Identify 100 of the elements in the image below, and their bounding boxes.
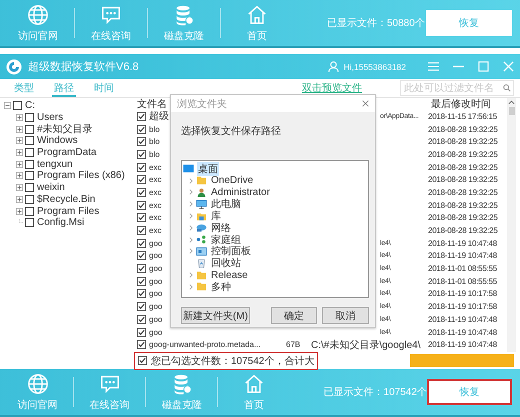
- expand-icon[interactable]: [16, 172, 23, 180]
- chevron-icon[interactable]: [189, 224, 193, 231]
- modified-date: 2018-08-28 19:32:25: [428, 175, 498, 184]
- modified-date: 2018-11-19 10:17:58: [428, 289, 497, 298]
- folder-item[interactable]: 家庭组: [210, 232, 242, 247]
- folder-item[interactable]: 多种: [210, 280, 232, 294]
- checkbox[interactable]: [25, 206, 34, 216]
- checkbox[interactable]: [25, 113, 34, 122]
- checkbox[interactable]: [138, 356, 147, 365]
- expand-icon[interactable]: [16, 196, 23, 203]
- modified-date: 2018-08-28 19:32:25: [428, 188, 498, 197]
- checkbox[interactable]: [137, 264, 146, 274]
- checkbox[interactable]: [137, 251, 146, 260]
- tree-item[interactable]: weixin: [37, 182, 65, 194]
- checkbox[interactable]: [25, 171, 34, 180]
- tree-item[interactable]: $Recycle.Bin: [37, 194, 96, 205]
- home-icon: [242, 372, 265, 394]
- checkbox[interactable]: [25, 160, 34, 169]
- column-header[interactable]: 最后修改时间: [431, 97, 491, 111]
- expand-icon[interactable]: [16, 126, 23, 133]
- checkbox[interactable]: [137, 213, 146, 222]
- scroll-thumb[interactable]: [508, 107, 514, 115]
- library-icon: [196, 212, 207, 221]
- checkbox[interactable]: [137, 302, 146, 312]
- dialog-button[interactable]: 确定: [270, 307, 318, 324]
- checkbox[interactable]: [137, 188, 146, 197]
- file-name: goo: [149, 328, 162, 337]
- folder-item[interactable]: 回收站: [210, 256, 242, 270]
- dialog-prompt: 选择恢复文件保存路径: [181, 124, 282, 138]
- tree-item[interactable]: C:: [25, 100, 35, 112]
- expand-icon[interactable]: [16, 208, 23, 215]
- tree-item[interactable]: Windows: [37, 135, 78, 146]
- expand-icon[interactable]: [16, 184, 23, 192]
- folder-item[interactable]: 库: [210, 209, 222, 224]
- chevron-icon[interactable]: [189, 213, 193, 220]
- checkbox[interactable]: [137, 328, 146, 337]
- folder-icon: [196, 270, 207, 280]
- file-name: goo: [149, 264, 162, 274]
- dialog-button[interactable]: 取消: [322, 307, 370, 324]
- modified-date: 2018-08-28 19:32:25: [428, 150, 498, 159]
- checkbox[interactable]: [137, 150, 146, 159]
- chevron-icon[interactable]: [189, 178, 193, 184]
- expand-icon[interactable]: [16, 114, 23, 122]
- chevron-icon[interactable]: [189, 284, 193, 290]
- checkbox[interactable]: [137, 238, 146, 248]
- checkbox[interactable]: [137, 137, 146, 146]
- checkbox[interactable]: [137, 162, 146, 172]
- folder-item[interactable]: 控制面板: [210, 244, 252, 258]
- checkbox[interactable]: [137, 340, 146, 350]
- tree-item[interactable]: Program Files (x86): [37, 170, 125, 182]
- tree-item[interactable]: ProgramData: [37, 147, 96, 158]
- expand-icon[interactable]: [16, 149, 23, 156]
- checkbox[interactable]: [25, 218, 34, 228]
- modified-date: 2018-11-19 10:47:48: [428, 251, 497, 260]
- chevron-icon[interactable]: [189, 201, 193, 208]
- tree-item[interactable]: Program Files: [37, 206, 100, 217]
- checkbox[interactable]: [25, 194, 34, 204]
- checkbox[interactable]: [137, 124, 146, 134]
- expand-icon[interactable]: [16, 160, 23, 168]
- chevron-icon[interactable]: [189, 236, 193, 243]
- folder-item[interactable]: 此电脑: [210, 197, 242, 212]
- checkbox[interactable]: [25, 148, 34, 158]
- folder-item[interactable]: 桌面: [197, 162, 219, 176]
- checkbox[interactable]: [137, 289, 146, 298]
- checkbox[interactable]: [137, 200, 146, 210]
- checkbox[interactable]: [13, 101, 22, 110]
- folder-item[interactable]: OneDrive: [210, 175, 254, 186]
- chevron-icon[interactable]: [189, 248, 193, 254]
- file-name: exc: [149, 200, 162, 210]
- dialog-button[interactable]: 新建文件夹(M): [181, 307, 250, 324]
- scroll-up-icon[interactable]: [508, 100, 515, 105]
- user-icon: [196, 188, 207, 197]
- tree-item[interactable]: #未知父目录: [37, 122, 93, 136]
- folder-item[interactable]: Release: [210, 270, 249, 281]
- chevron-icon[interactable]: [189, 189, 193, 196]
- home-icon: [246, 4, 268, 26]
- close-icon[interactable]: [362, 100, 369, 107]
- modified-date: 2018-11-01 08:55:55: [428, 276, 497, 286]
- scrollbar[interactable]: [507, 98, 516, 352]
- checkbox[interactable]: [25, 124, 34, 134]
- folder-item[interactable]: Administrator: [210, 186, 271, 198]
- search-icon[interactable]: [503, 84, 511, 92]
- collapse-icon[interactable]: [4, 102, 11, 110]
- checkbox[interactable]: [137, 276, 146, 286]
- checkbox[interactable]: [137, 226, 146, 236]
- expand-icon[interactable]: [16, 137, 23, 144]
- file-name: goo: [149, 302, 162, 312]
- tree-item[interactable]: Config.Msi: [37, 217, 84, 228]
- checkbox[interactable]: [137, 175, 146, 184]
- file-name: goo: [149, 251, 162, 260]
- folder-item[interactable]: 网络: [210, 220, 232, 235]
- checkbox[interactable]: [137, 112, 146, 121]
- tree-item[interactable]: tengxun: [37, 158, 73, 170]
- file-size: 67B: [286, 340, 300, 350]
- tree-item[interactable]: Users: [37, 112, 64, 124]
- chevron-icon[interactable]: [189, 272, 193, 278]
- desktop-icon: [183, 164, 194, 174]
- checkbox[interactable]: [137, 314, 146, 324]
- checkbox[interactable]: [25, 183, 34, 192]
- checkbox[interactable]: [25, 136, 34, 146]
